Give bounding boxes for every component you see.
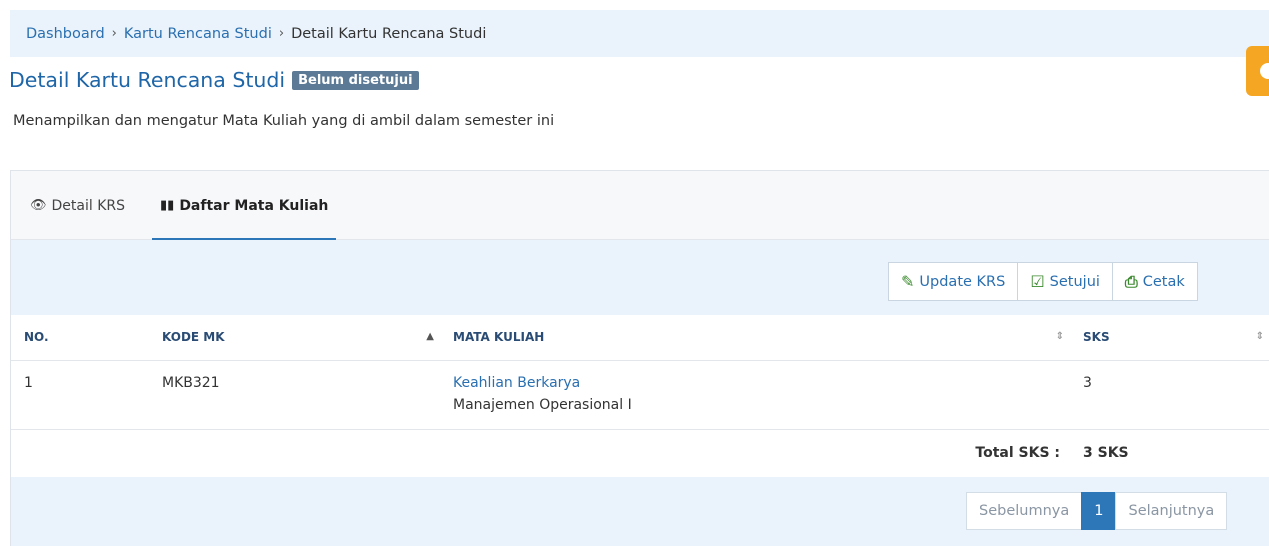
breadcrumb-krs[interactable]: Kartu Rencana Studi [124,26,272,42]
total-sks-value: 3 SKS [1083,444,1129,461]
action-button-group: ✎ Update KRS ☑ Setujui ⎙ Cetak [888,262,1198,301]
prev-page-button[interactable]: Sebelumnya [966,492,1083,530]
tab-detail-krs[interactable]: 👁 Detail KRS [30,171,125,240]
check-square-icon: ☑ [1030,272,1045,291]
table-row: 1 MKB321 Keahlian Berkarya Manajemen Ope… [11,360,1269,430]
cell-kode-mk: MKB321 [149,360,440,430]
sort-asc-icon: ▲ [426,331,434,342]
pagination: Sebelumnya 1 Selanjutnya [966,492,1228,530]
print-button[interactable]: ⎙ Cetak [1111,262,1198,301]
course-table: NO. KODE MK ▲ MATA KULIAH ⇕ SKS ⇕ 1 MKB321 … [11,315,1269,476]
total-row: Total SKS : 3 SKS [11,429,1269,476]
page-subtitle: Menampilkan dan mengatur Mata Kuliah yan… [13,113,555,129]
breadcrumb-dashboard[interactable]: Dashboard [26,26,105,42]
total-sks-label: Total SKS : [975,444,1060,461]
approve-button[interactable]: ☑ Setujui [1017,262,1113,301]
column-header-mata-kuliah[interactable]: MATA KULIAH ⇕ [440,315,1070,361]
printer-icon: ⎙ [1124,271,1138,291]
page-title: Detail Kartu Rencana Studi [9,68,286,92]
next-page-button[interactable]: Selanjutnya [1115,492,1228,530]
column-header-no: NO. [11,315,149,361]
tab-label: Daftar Mata Kuliah [179,197,329,214]
course-name: Manajemen Operasional I [453,396,632,413]
breadcrumb-current: Detail Kartu Rencana Studi [291,25,487,42]
sort-icon: ⇕ [1255,331,1264,342]
cell-no: 1 [11,360,149,430]
column-header-kode-mk[interactable]: KODE MK ▲ [149,315,440,361]
cell-mata-kuliah: Keahlian Berkarya Manajemen Operasional … [440,360,1070,430]
course-group-link[interactable]: Keahlian Berkarya [453,375,1070,391]
tab-daftar-mata-kuliah[interactable]: ▮▮ Daftar Mata Kuliah [152,171,337,241]
edit-icon: ✎ [901,272,915,291]
cell-sks: 3 [1070,360,1269,430]
gear-icon [1260,63,1269,79]
update-krs-button[interactable]: ✎ Update KRS [888,262,1019,301]
breadcrumb: Dashboard › Kartu Rencana Studi › Detail… [10,10,1269,57]
krs-panel: 👁 Detail KRS ▮▮ Daftar Mata Kuliah ✎ Upd… [10,170,1269,546]
status-badge: Belum disetujui [292,70,419,90]
breadcrumb-separator: › [111,26,117,41]
page-1-button[interactable]: 1 [1081,492,1117,530]
settings-side-tab[interactable] [1246,46,1269,96]
eye-icon: 👁 [30,198,47,213]
toolbar: ✎ Update KRS ☑ Setujui ⎙ Cetak [11,240,1269,315]
approve-label: Setujui [1049,273,1100,290]
sort-icon: ⇕ [1055,331,1064,342]
tab-bar: 👁 Detail KRS ▮▮ Daftar Mata Kuliah [11,171,1269,241]
table-footer: Sebelumnya 1 Selanjutnya [11,477,1269,546]
column-header-sks[interactable]: SKS ⇕ [1070,315,1269,361]
page-header: Detail Kartu Rencana Studi Belum disetuj… [9,68,419,92]
tab-label: Detail KRS [51,197,126,214]
books-icon: ▮▮ [160,198,175,213]
print-label: Cetak [1142,273,1185,290]
breadcrumb-separator: › [278,26,285,41]
update-krs-label: Update KRS [919,273,1006,290]
